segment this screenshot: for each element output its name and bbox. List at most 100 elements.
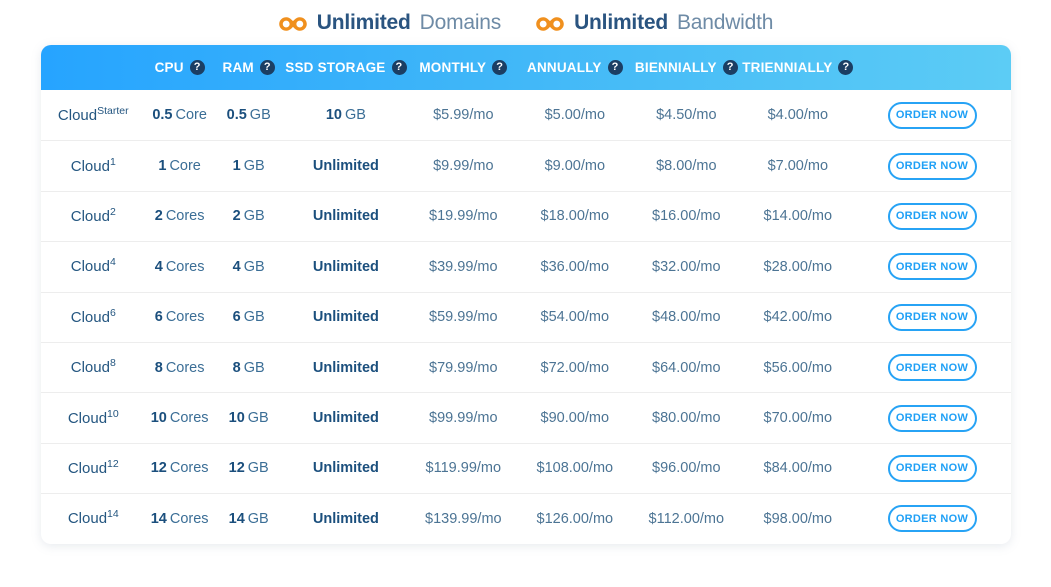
order-cell: ORDER NOW (854, 454, 1011, 482)
monthly-price-cell: $119.99/mo (408, 460, 520, 476)
order-now-button[interactable]: ORDER NOW (887, 152, 977, 180)
cpu-cell: 4 Cores (146, 259, 213, 275)
order-now-button[interactable]: ORDER NOW (887, 253, 977, 281)
annually-price: $36.00/mo (540, 258, 610, 275)
column-header-ssd[interactable]: SSD STORAGE? (284, 60, 407, 75)
plan-name: Cloud12 (68, 459, 119, 477)
biennially-price: $112.00/mo (648, 510, 725, 527)
plan-name: Cloud4 (70, 257, 116, 276)
column-header-monthly[interactable]: MONTHLY? (408, 60, 520, 75)
order-now-button[interactable]: ORDER NOW (887, 404, 977, 432)
monthly-price: $99.99/mo (429, 410, 498, 427)
order-cell: ORDER NOW (854, 354, 1011, 382)
monthly-price-cell: $19.99/mo (408, 208, 520, 224)
table-header-row: CPU? RAM? SSD STORAGE? MONTHLY? ANNUALLY? BIE… (40, 45, 1011, 90)
order-cell: ORDER NOW (854, 404, 1011, 432)
triennially-price-cell: $56.00/mo (742, 360, 854, 376)
triennially-price-cell: $7.00/mo (742, 158, 854, 174)
annually-price: $72.00/mo (540, 359, 610, 376)
help-icon[interactable]: ? (838, 60, 854, 75)
banner-strong-text: Unlimited (316, 11, 411, 34)
ram-unit: GB (243, 208, 265, 225)
plan-name-cell: Cloud8 (41, 358, 147, 377)
monthly-price: $5.99/mo (433, 107, 494, 124)
column-header-cpu[interactable]: CPU? (146, 60, 213, 75)
ram-cell: 12 GB (213, 460, 284, 476)
table-row: CloudStarter 0.5 Core 0.5 GB 10 GB $5.99/mo $5.0… (41, 90, 1011, 140)
ssd-storage-cell: Unlimited (284, 360, 407, 376)
order-now-button[interactable]: ORDER NOW (887, 454, 977, 482)
ssd-storage-cell: Unlimited (284, 208, 407, 224)
plan-name: Cloud6 (71, 308, 116, 326)
order-now-button[interactable]: ORDER NOW (887, 354, 977, 382)
biennially-price-cell: $16.00/mo (631, 208, 743, 224)
ram-cell: 4 GB (213, 259, 284, 275)
ssd-storage-value: Unlimited (312, 158, 379, 175)
monthly-price-cell: $39.99/mo (408, 259, 520, 275)
ram-unit: GB (249, 107, 271, 124)
order-now-button[interactable]: ORDER NOW (887, 202, 977, 230)
ssd-storage-cell: Unlimited (284, 309, 407, 325)
cpu-unit: Cores (165, 258, 205, 275)
cpu-cell: 12 Cores (146, 460, 213, 476)
plan-name-base: Cloud (70, 157, 110, 175)
plan-name: Cloud10 (68, 408, 119, 426)
cpu-unit: Cores (169, 460, 209, 477)
triennially-price: $84.00/mo (763, 460, 833, 477)
ram-value: 0.5 (226, 107, 247, 124)
plan-name-cell: Cloud2 (41, 207, 147, 225)
ram-unit: GB (243, 309, 265, 326)
order-now-button[interactable]: ORDER NOW (887, 101, 977, 129)
triennially-price: $7.00/mo (767, 158, 829, 175)
annually-price-cell: $90.00/mo (519, 410, 631, 426)
ram-unit: GB (243, 158, 265, 175)
biennially-price: $96.00/mo (652, 460, 721, 477)
cpu-value: 4 (154, 258, 163, 275)
annually-price-cell: $5.00/mo (519, 107, 631, 123)
triennially-price: $28.00/mo (763, 258, 833, 275)
column-header-label: CPU (154, 60, 184, 75)
plan-name-base: Cloud (70, 359, 110, 377)
triennially-price: $56.00/mo (763, 359, 833, 376)
banner-strong-text: Unlimited (574, 11, 668, 34)
help-icon[interactable]: ? (722, 60, 738, 75)
plan-name: Cloud8 (70, 358, 116, 377)
column-header-annually[interactable]: ANNUALLY? (519, 60, 631, 75)
biennially-price: $32.00/mo (652, 258, 721, 275)
cpu-cell: 0.5 Core (146, 107, 213, 123)
ssd-storage-cell: Unlimited (284, 158, 407, 174)
annually-price: $9.00/mo (544, 158, 606, 175)
annually-price: $18.00/mo (540, 208, 610, 225)
help-icon[interactable]: ? (492, 60, 508, 75)
help-icon[interactable]: ? (607, 60, 623, 75)
ram-unit: GB (243, 359, 265, 376)
monthly-price: $79.99/mo (429, 359, 498, 376)
ram-value: 1 (232, 158, 241, 175)
cpu-value: 1 (158, 158, 167, 175)
order-now-button[interactable]: ORDER NOW (887, 303, 977, 331)
plan-name-base: Cloud (70, 258, 110, 276)
table-row: Cloud12 12 Cores 12 GB Unlimited $119.99/mo $10… (40, 442, 1011, 493)
ssd-storage-cell: Unlimited (284, 511, 407, 527)
cpu-cell: 10 Cores (146, 410, 213, 426)
column-header-label: BIENNIALLY (634, 60, 717, 75)
ssd-storage-value: Unlimited (312, 460, 379, 477)
monthly-price: $19.99/mo (429, 208, 498, 225)
order-cell: ORDER NOW (854, 505, 1011, 533)
help-icon[interactable]: ? (391, 60, 407, 75)
column-header-biennially[interactable]: BIENNIALLY? (631, 60, 743, 75)
help-icon[interactable]: ? (189, 60, 205, 75)
order-cell: ORDER NOW (854, 101, 1011, 129)
column-header-triennially[interactable]: TRIENNIALLY? (742, 60, 854, 75)
column-header-ram[interactable]: RAM? (213, 60, 284, 75)
order-now-button[interactable]: ORDER NOW (887, 505, 977, 533)
ram-value: 4 (232, 258, 241, 275)
cpu-value: 0.5 (152, 107, 173, 124)
cpu-value: 14 (150, 510, 167, 527)
help-icon[interactable]: ? (259, 60, 275, 75)
feature-banner: Unlimited Domains Unlimited Bandwidth (0, 0, 1051, 45)
biennially-price-cell: $80.00/mo (631, 410, 743, 426)
ram-cell: 8 GB (213, 360, 284, 376)
biennially-price-cell: $96.00/mo (631, 460, 743, 476)
banner-light-text: Bandwidth (676, 11, 774, 34)
